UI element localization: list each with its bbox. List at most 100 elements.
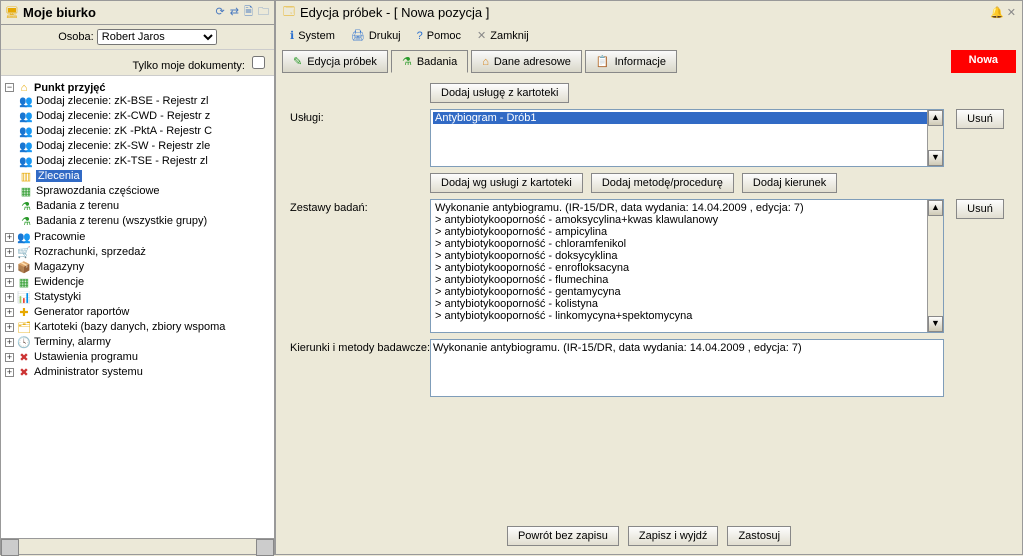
close-icon[interactable]: ✕ (1007, 7, 1016, 19)
tree-item[interactable]: Sprawozdania częściowe (36, 185, 160, 197)
menu-drukuj[interactable]: 🖨Drukuj (345, 27, 407, 44)
list-item[interactable]: > antybiotykooporność - amoksycylina+kwa… (433, 214, 941, 226)
usun-uslugi-button[interactable]: Usuń (956, 109, 1004, 129)
tree-item[interactable]: Terminy, alarmy (34, 336, 111, 348)
folder-icon[interactable]: 🗀 (258, 6, 269, 18)
order-icon: 👥 (19, 140, 33, 153)
tree-item[interactable]: Dodaj zlecenie: zK-SW - Rejestr zle (36, 140, 210, 152)
tree-root[interactable]: Punkt przyjęć (34, 82, 106, 94)
menu-zamknij[interactable]: ✕Zamknij (471, 27, 535, 44)
tree-expander[interactable]: − (5, 83, 14, 92)
left-panel-titlebar: 🖥 Moje biurko ⟳ ⇄ 🗎 🗀 (1, 1, 274, 25)
list-item[interactable]: > antybiotykooporność - flumechina (433, 274, 941, 286)
tree-item[interactable]: Kartoteki (bazy danych, zbiory wspoma (34, 321, 225, 333)
tree-expander[interactable]: + (5, 308, 14, 317)
link-icon[interactable]: ⇄ (230, 6, 239, 18)
order-icon: 👥 (19, 95, 33, 108)
tree-expander[interactable]: + (5, 248, 14, 257)
tree-expander[interactable]: + (5, 263, 14, 272)
list-item[interactable]: > antybiotykooporność - linkomycyna+spek… (433, 310, 941, 322)
uslugi-listbox[interactable]: Antybiogram - Drób1 ▲ ▼ (430, 109, 944, 167)
menu-system[interactable]: ℹSystem (284, 27, 341, 44)
tab-badania[interactable]: ⚗Badania (391, 50, 468, 73)
zestawy-scrollbar[interactable]: ▲ ▼ (927, 200, 943, 332)
tree-item[interactable]: Ewidencje (34, 276, 84, 288)
tab-dane-adresowe[interactable]: ⌂Dane adresowe (471, 50, 582, 73)
tree-expander[interactable]: + (5, 293, 14, 302)
tree-item[interactable]: Generator raportów (34, 306, 129, 318)
uslugi-scrollbar[interactable]: ▲ ▼ (927, 110, 943, 166)
window-icon: 🗔 (282, 3, 296, 22)
item-icon: ⚗ (19, 200, 33, 213)
zestawy-listbox[interactable]: Wykonanie antybiogramu. (IR-15/DR, data … (430, 199, 944, 333)
list-item[interactable]: > antybiotykooporność - chloramfenikol (433, 238, 941, 250)
list-item[interactable]: > antybiotykooporność - enrofloksacyna (433, 262, 941, 274)
powrot-button[interactable]: Powrót bez zapisu (507, 526, 619, 546)
scroll-down-icon[interactable]: ▼ (928, 150, 943, 166)
list-item[interactable]: Wykonanie antybiogramu. (IR-15/DR, data … (433, 202, 941, 214)
bell-icon[interactable]: 🔔 (990, 7, 1004, 19)
newdoc-icon[interactable]: 🗎 (244, 6, 253, 18)
tree-item[interactable]: Magazyny (34, 261, 84, 273)
scroll-up-icon[interactable]: ▲ (928, 200, 943, 216)
filter-checkbox[interactable] (252, 56, 265, 69)
list-item[interactable]: > antybiotykooporność - gentamycyna (433, 286, 941, 298)
tree-expander[interactable]: + (5, 338, 14, 347)
person-select[interactable]: Robert Jaros (97, 29, 217, 45)
dodaj-metode-button[interactable]: Dodaj metodę/procedurę (591, 173, 734, 193)
tab-edycja-probek[interactable]: ✎Edycja próbek (282, 50, 388, 73)
person-row: Osoba: Robert Jaros (1, 25, 274, 50)
left-panel: 🖥 Moje biurko ⟳ ⇄ 🗎 🗀 Osoba: Robert Jaro… (0, 0, 275, 555)
dodaj-wg-uslugi-button[interactable]: Dodaj wg usługi z kartoteki (430, 173, 583, 193)
dodaj-kierunek-button[interactable]: Dodaj kierunek (742, 173, 837, 193)
tree-item[interactable]: Badania z terenu (36, 200, 119, 212)
usun-zestawy-button[interactable]: Usuń (956, 199, 1004, 219)
tree-item[interactable]: Badania z terenu (wszystkie grupy) (36, 215, 207, 227)
right-titlebar: 🗔 Edycja próbek - [ Nowa pozycja ] 🔔 ✕ (276, 1, 1022, 24)
tree-item[interactable]: Administrator systemu (34, 366, 143, 378)
tree-item[interactable]: Ustawienia programu (34, 351, 138, 363)
list-item[interactable]: > antybiotykooporność - doksycyklina (433, 250, 941, 262)
tree-item[interactable]: Dodaj zlecenie: zK-CWD - Rejestr z (36, 110, 210, 122)
tree-expander[interactable]: + (5, 353, 14, 362)
scroll-up-icon[interactable]: ▲ (928, 110, 943, 126)
item-icon: ▦ (19, 185, 33, 198)
scroll-down-icon[interactable]: ▼ (928, 316, 943, 332)
tree-item[interactable]: Dodaj zlecenie: zK-TSE - Rejestr zl (36, 155, 208, 167)
item-icon: 🛒 (17, 246, 31, 259)
tree-item[interactable]: Pracownie (34, 231, 85, 243)
flask-icon: ⚗ (402, 55, 412, 68)
tree-item[interactable]: Dodaj zlecenie: zK -PktA - Rejestr C (36, 125, 212, 137)
list-item[interactable]: > antybiotykooporność - ampicylina (433, 226, 941, 238)
item-icon: 📦 (17, 261, 31, 274)
info-icon: ℹ (290, 29, 294, 42)
help-icon: ? (417, 30, 423, 42)
menu-pomoc[interactable]: ?Pomoc (411, 27, 467, 44)
item-icon: ⚗ (19, 215, 33, 228)
list-item[interactable]: > antybiotykooporność - kolistyna (433, 298, 941, 310)
filter-label: Tylko moje dokumenty: (132, 60, 245, 72)
kierunki-textbox[interactable]: Wykonanie antybiogramu. (IR-15/DR, data … (430, 339, 944, 397)
tree-expander[interactable]: + (5, 368, 14, 377)
menubar: ℹSystem 🖨Drukuj ?Pomoc ✕Zamknij (276, 24, 1022, 47)
nav-tree: − ⌂ Punkt przyjęć 👥Dodaj zlecenie: zK-BS… (1, 76, 274, 538)
tree-expander[interactable]: + (5, 323, 14, 332)
tab-informacje[interactable]: 📋Informacje (585, 50, 677, 73)
tree-item[interactable]: Statystyki (34, 291, 81, 303)
tree-expander[interactable]: + (5, 233, 14, 242)
item-icon: 📊 (17, 291, 31, 304)
footer: Powrót bez zapisu Zapisz i wyjdź Zastosu… (276, 518, 1022, 554)
left-h-scrollbar[interactable] (1, 538, 274, 554)
tree-item[interactable]: Dodaj zlecenie: zK-BSE - Rejestr zl (36, 95, 208, 107)
tree-expander[interactable]: + (5, 278, 14, 287)
tree-item-zlecenia[interactable]: Zlecenia (36, 170, 82, 182)
tree-item[interactable]: Rozrachunki, sprzedaż (34, 246, 146, 258)
refresh-icon[interactable]: ⟳ (216, 6, 225, 18)
form-area: Dodaj usługę z kartoteki Usługi: Antybio… (276, 73, 1022, 518)
order-icon: 👥 (19, 155, 33, 168)
zastosuj-button[interactable]: Zastosuj (727, 526, 791, 546)
list-item[interactable]: Antybiogram - Drób1 (433, 112, 941, 124)
item-icon: ✚ (17, 306, 31, 319)
dodaj-usluge-button[interactable]: Dodaj usługę z kartoteki (430, 83, 569, 103)
zapisz-button[interactable]: Zapisz i wyjdź (628, 526, 718, 546)
